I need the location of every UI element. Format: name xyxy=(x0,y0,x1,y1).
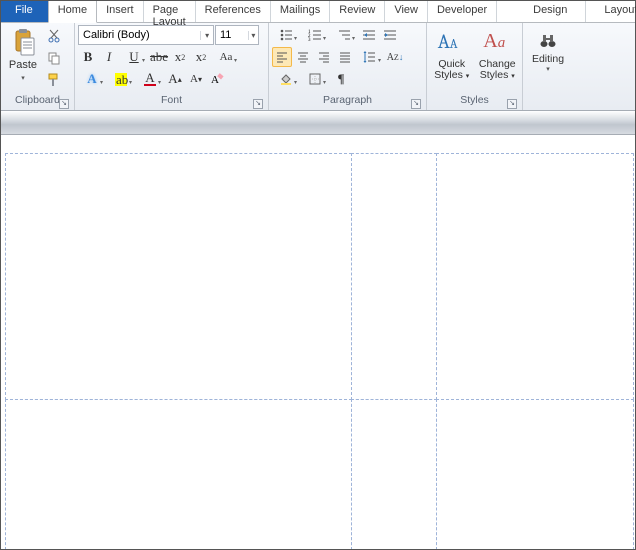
ribbon-tabstrip: File Home Insert Page Layout References … xyxy=(1,1,635,23)
paintbrush-icon xyxy=(47,73,61,90)
table-cell[interactable] xyxy=(436,153,634,400)
format-painter-button[interactable] xyxy=(44,71,64,91)
ribbon: Paste xyxy=(1,23,635,111)
table-cell[interactable] xyxy=(351,153,437,400)
underline-button[interactable]: U xyxy=(120,47,148,67)
tab-developer[interactable]: Developer xyxy=(428,1,497,22)
font-color-button[interactable]: A xyxy=(136,69,164,89)
shading-button[interactable] xyxy=(272,69,300,89)
strikethrough-button[interactable]: abe xyxy=(149,47,169,67)
subscript-button[interactable]: x2 xyxy=(170,47,190,67)
table-cell[interactable] xyxy=(5,399,352,550)
superscript-button[interactable]: x2 xyxy=(191,47,211,67)
align-left-button[interactable] xyxy=(272,47,292,67)
tab-file[interactable]: File xyxy=(1,1,48,22)
text-effects-button[interactable]: A xyxy=(78,69,106,89)
group-editing: Editing ▾ xyxy=(523,23,573,110)
table[interactable] xyxy=(5,153,633,549)
ruler-strip xyxy=(1,111,635,135)
line-spacing-button[interactable] xyxy=(356,47,384,67)
quick-styles-icon: AA xyxy=(438,28,466,58)
tab-review[interactable]: Review xyxy=(330,1,385,22)
styles-group-label: Styles xyxy=(460,94,489,106)
highlight-button[interactable]: ab xyxy=(107,69,135,89)
group-font: ▾ ▾ B I U abe x2 x2 Aa A ab A A▴ xyxy=(75,23,269,110)
table-cell[interactable] xyxy=(351,399,437,550)
table-cell[interactable] xyxy=(436,399,634,550)
editing-button[interactable]: Editing ▾ xyxy=(527,25,569,76)
font-size-combo[interactable]: ▾ xyxy=(215,25,259,45)
justify-button[interactable] xyxy=(335,47,355,67)
group-paragraph: 123 xyxy=(269,23,427,110)
italic-button[interactable]: I xyxy=(99,47,119,67)
paste-button[interactable]: Paste xyxy=(4,25,42,86)
tab-home[interactable]: Home xyxy=(48,1,97,23)
font-dialog-launcher[interactable]: ↘ xyxy=(253,99,263,109)
multilevel-list-button[interactable] xyxy=(330,25,358,45)
copy-icon xyxy=(47,51,61,68)
change-styles-icon: Aa xyxy=(483,28,511,58)
quick-styles-button[interactable]: AA Quick Styles ▾ xyxy=(430,25,474,85)
paragraph-dialog-launcher[interactable]: ↘ xyxy=(411,99,421,109)
styles-dialog-launcher[interactable]: ↘ xyxy=(507,99,517,109)
bullets-button[interactable] xyxy=(272,25,300,45)
clipboard-paste-icon xyxy=(9,28,37,58)
show-hide-marks-button[interactable]: ¶ xyxy=(331,69,351,89)
tab-page-layout[interactable]: Page Layout xyxy=(144,1,196,22)
group-clipboard: Paste xyxy=(1,23,75,110)
tab-spacer xyxy=(497,1,515,22)
clipboard-group-label: Clipboard xyxy=(15,94,60,106)
editing-label: Editing xyxy=(532,54,564,65)
increase-indent-button[interactable] xyxy=(380,25,400,45)
font-name-combo[interactable]: ▾ xyxy=(78,25,214,45)
document-area[interactable] xyxy=(1,135,635,549)
align-center-button[interactable] xyxy=(293,47,313,67)
paste-label: Paste xyxy=(9,59,37,71)
chevron-down-icon: ▾ xyxy=(200,31,213,40)
bold-button[interactable]: B xyxy=(78,47,98,67)
quick-styles-label: Quick Styles ▾ xyxy=(433,59,471,82)
tab-mailings[interactable]: Mailings xyxy=(271,1,330,22)
clipboard-dialog-launcher[interactable]: ↘ xyxy=(59,99,69,109)
tab-view[interactable]: View xyxy=(385,1,428,22)
font-group-label: Font xyxy=(161,94,182,106)
decrease-indent-button[interactable] xyxy=(359,25,379,45)
tab-references[interactable]: References xyxy=(196,1,271,22)
cut-button[interactable] xyxy=(44,27,64,47)
chevron-down-icon: ▾ xyxy=(248,31,258,40)
scissors-icon xyxy=(47,29,61,46)
font-name-input[interactable] xyxy=(79,29,200,41)
shrink-font-button[interactable]: A▾ xyxy=(186,69,206,89)
align-right-button[interactable] xyxy=(314,47,334,67)
tab-tools-layout[interactable]: Layout xyxy=(586,1,636,22)
tab-tools-design[interactable]: Design xyxy=(515,1,586,22)
numbering-button[interactable]: 123 xyxy=(301,25,329,45)
font-size-input[interactable] xyxy=(216,29,248,41)
paragraph-group-label: Paragraph xyxy=(323,94,372,106)
tab-insert[interactable]: Insert xyxy=(97,1,144,22)
change-styles-button[interactable]: Aa Change Styles ▾ xyxy=(476,25,520,85)
borders-button[interactable] xyxy=(301,69,329,89)
change-styles-label: Change Styles ▾ xyxy=(479,59,517,82)
clear-formatting-button[interactable]: A xyxy=(207,69,227,89)
paste-dropdown-icon xyxy=(21,71,25,83)
copy-button[interactable] xyxy=(44,49,64,69)
svg-text:3: 3 xyxy=(308,38,311,42)
sort-button[interactable]: AZ↓ xyxy=(385,47,405,67)
grow-font-button[interactable]: A▴ xyxy=(165,69,185,89)
group-styles: AA Quick Styles ▾ Aa Change Styles ▾ Sty… xyxy=(427,23,523,110)
table-cell[interactable] xyxy=(5,153,352,400)
change-case-button[interactable]: Aa xyxy=(212,47,240,67)
binoculars-icon xyxy=(539,28,557,53)
